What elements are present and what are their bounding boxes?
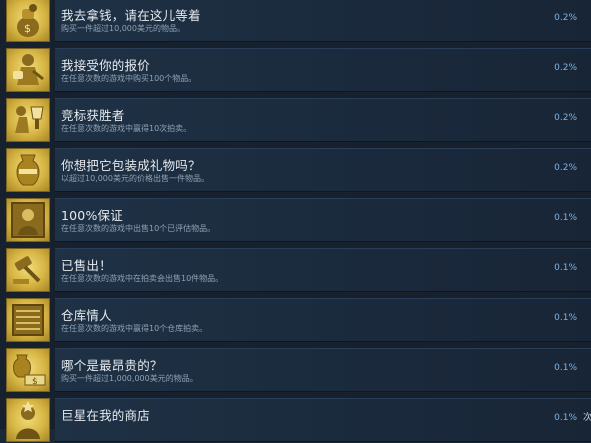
achievement-panel: 你想把它包装成礼物吗？ 以超过10,000美元的价格出售一件物品。 0.2% bbox=[55, 148, 591, 192]
achievement-panel: 100%保证 在任意次数的游戏中出售10个已评估物品。 0.1% bbox=[55, 198, 591, 242]
achievement-description: 以超过10,000美元的价格出售一件物品。 bbox=[61, 174, 209, 183]
achievement-title: 我接受你的报价 bbox=[61, 58, 150, 73]
achievement-description: 购买一件超过10,000美元的物品。 bbox=[61, 24, 185, 33]
achievement-title: 已售出！ bbox=[61, 258, 112, 273]
golden-vase-icon bbox=[6, 148, 50, 192]
gavel-icon bbox=[6, 248, 50, 292]
unlock-percent: 0.1% bbox=[554, 263, 577, 273]
trophy-figure-icon bbox=[6, 98, 50, 142]
achievement-description: 在任意次数的游戏中购买100个物品。 bbox=[61, 74, 197, 83]
achievement-row: 我接受你的报价 在任意次数的游戏中购买100个物品。 0.2% bbox=[0, 47, 591, 93]
achievement-row: $ 我去拿钱，请在这儿等着 购买一件超过10,000美元的物品。 0.2% bbox=[0, 0, 591, 43]
achievement-panel: 已售出！ 在任意次数的游戏中在拍卖会出售10件物品。 0.1% bbox=[55, 248, 591, 292]
achievement-row: $ 哪个是最昂贵的？ 购买一件超过1,000,000美元的物品。 0.1% bbox=[0, 347, 591, 393]
achievement-description: 在任意次数的游戏中在拍卖会出售10件物品。 bbox=[61, 274, 224, 283]
unlock-percent: 0.2% bbox=[554, 63, 577, 73]
achievement-description: 在任意次数的游戏中赢得10次拍卖。 bbox=[61, 124, 192, 133]
money-bag-icon: $ bbox=[6, 0, 50, 42]
achievement-title: 仓库情人 bbox=[61, 308, 112, 323]
achievement-row: 你想把它包装成礼物吗？ 以超过10,000美元的价格出售一件物品。 0.2% bbox=[0, 147, 591, 193]
achievement-description: 在任意次数的游戏中出售10个已评估物品。 bbox=[61, 224, 216, 233]
achievement-panel: 巨星在我的商店 0.1% bbox=[55, 398, 591, 442]
svg-text:$: $ bbox=[32, 377, 38, 387]
achievement-row: 竞标获胜者 在任意次数的游戏中赢得10次拍卖。 0.2% bbox=[0, 97, 591, 143]
achievement-row: 已售出！ 在任意次数的游戏中在拍卖会出售10件物品。 0.1% bbox=[0, 247, 591, 293]
unlock-percent: 0.1% bbox=[554, 213, 577, 223]
celebrity-icon bbox=[6, 398, 50, 442]
unlock-percent: 0.1% bbox=[554, 313, 577, 323]
achievement-title: 巨星在我的商店 bbox=[61, 408, 150, 423]
achievement-row: 巨星在我的商店 0.1% bbox=[0, 397, 591, 443]
achievement-description: 购买一件超过1,000,000美元的物品。 bbox=[61, 374, 198, 383]
unlock-percent: 0.2% bbox=[554, 163, 577, 173]
achievement-title: 我去拿钱，请在这儿等着 bbox=[61, 8, 201, 23]
achievement-list: $ 我去拿钱，请在这儿等着 购买一件超过10,000美元的物品。 0.2% 我接… bbox=[0, 0, 591, 442]
vase-and-money-icon: $ bbox=[6, 348, 50, 392]
unlock-percent: 0.1% bbox=[554, 363, 577, 373]
achievement-row: 仓库情人 在任意次数的游戏中赢得10个仓库拍卖。 0.1% bbox=[0, 297, 591, 343]
achievement-title: 100%保证 bbox=[61, 208, 123, 223]
achievement-description: 在任意次数的游戏中赢得10个仓库拍卖。 bbox=[61, 324, 208, 333]
handshake-icon bbox=[6, 48, 50, 92]
achievement-title: 哪个是最昂贵的？ bbox=[61, 358, 163, 373]
achievement-panel: 我接受你的报价 在任意次数的游戏中购买100个物品。 0.2% bbox=[55, 48, 591, 92]
achievement-panel: 哪个是最昂贵的？ 购买一件超过1,000,000美元的物品。 0.1% bbox=[55, 348, 591, 392]
clipped-edge-text: 次 bbox=[583, 413, 591, 423]
svg-text:$: $ bbox=[24, 22, 31, 35]
achievement-panel: 仓库情人 在任意次数的游戏中赢得10个仓库拍卖。 0.1% bbox=[55, 298, 591, 342]
achievement-panel: 竞标获胜者 在任意次数的游戏中赢得10次拍卖。 0.2% bbox=[55, 98, 591, 142]
unlock-percent: 0.2% bbox=[554, 13, 577, 23]
achievement-title: 竞标获胜者 bbox=[61, 108, 125, 123]
portrait-painting-icon bbox=[6, 198, 50, 242]
achievement-title: 你想把它包装成礼物吗？ bbox=[61, 158, 201, 173]
unlock-percent: 0.1% bbox=[554, 413, 577, 423]
achievement-row: 100%保证 在任意次数的游戏中出售10个已评估物品。 0.1% bbox=[0, 197, 591, 243]
storage-unit-icon bbox=[6, 298, 50, 342]
unlock-percent: 0.2% bbox=[554, 113, 577, 123]
achievement-panel: 我去拿钱，请在这儿等着 购买一件超过10,000美元的物品。 0.2% bbox=[55, 0, 591, 42]
